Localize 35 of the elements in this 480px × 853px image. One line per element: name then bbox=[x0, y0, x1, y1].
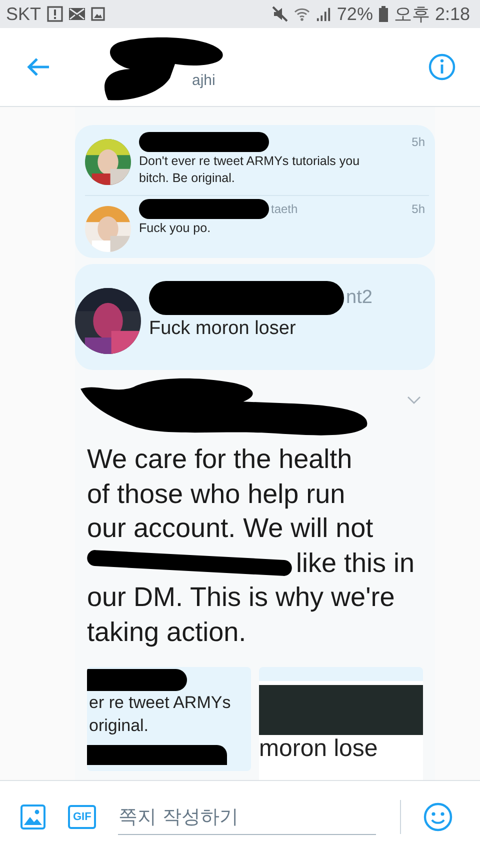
image-icon bbox=[91, 7, 106, 21]
battery-percent: 72% bbox=[336, 4, 373, 24]
post-text-line: of those who help run bbox=[87, 478, 346, 511]
clock: 오후 2:18 bbox=[394, 3, 470, 26]
mute-icon bbox=[272, 6, 288, 22]
post-text-line: our DM. This is why we're bbox=[87, 581, 395, 614]
user-handle: ajhi bbox=[192, 72, 216, 89]
post-text-line: like this in bbox=[296, 546, 415, 580]
timestamp: 5h bbox=[412, 202, 426, 216]
back-arrow-icon[interactable] bbox=[26, 57, 50, 77]
image-icon[interactable] bbox=[20, 804, 46, 830]
carrier-name: SKT bbox=[6, 4, 42, 24]
mail-icon bbox=[69, 8, 86, 20]
tweet-text: Don't ever re tweet ARMYs tutorials you bitch. Be original. bbox=[139, 153, 361, 187]
tweet-text: Fuck you po. bbox=[139, 220, 212, 237]
post-text-line: taking action. bbox=[87, 616, 246, 649]
thumbnail-image[interactable]: er re tweet ARMYs original. bbox=[87, 667, 251, 771]
timestamp: 5h bbox=[412, 135, 426, 149]
info-icon[interactable] bbox=[428, 53, 456, 81]
post-text-line: We care for the health bbox=[87, 443, 352, 476]
message-field[interactable]: 쪽지 작성하기 bbox=[118, 800, 376, 834]
thumbnail-image[interactable]: moron lose bbox=[259, 667, 423, 780]
thumbnail-text: er re tweet ARMYs bbox=[88, 692, 232, 714]
signal-icon bbox=[316, 6, 331, 22]
tweet-text: Fuck moron loser bbox=[149, 317, 297, 341]
post-text-line: our account. We will not bbox=[87, 512, 374, 545]
user-handle: taeth bbox=[271, 202, 298, 216]
thumbnail-text: moron lose bbox=[259, 735, 379, 763]
wifi-icon bbox=[294, 6, 310, 22]
chevron-down-icon[interactable] bbox=[407, 396, 421, 404]
thumbnail-text: original. bbox=[88, 715, 150, 737]
emoji-icon[interactable] bbox=[423, 802, 454, 832]
alert-icon bbox=[47, 6, 64, 22]
battery-icon bbox=[378, 6, 388, 22]
user-handle: nt2 bbox=[346, 287, 372, 309]
